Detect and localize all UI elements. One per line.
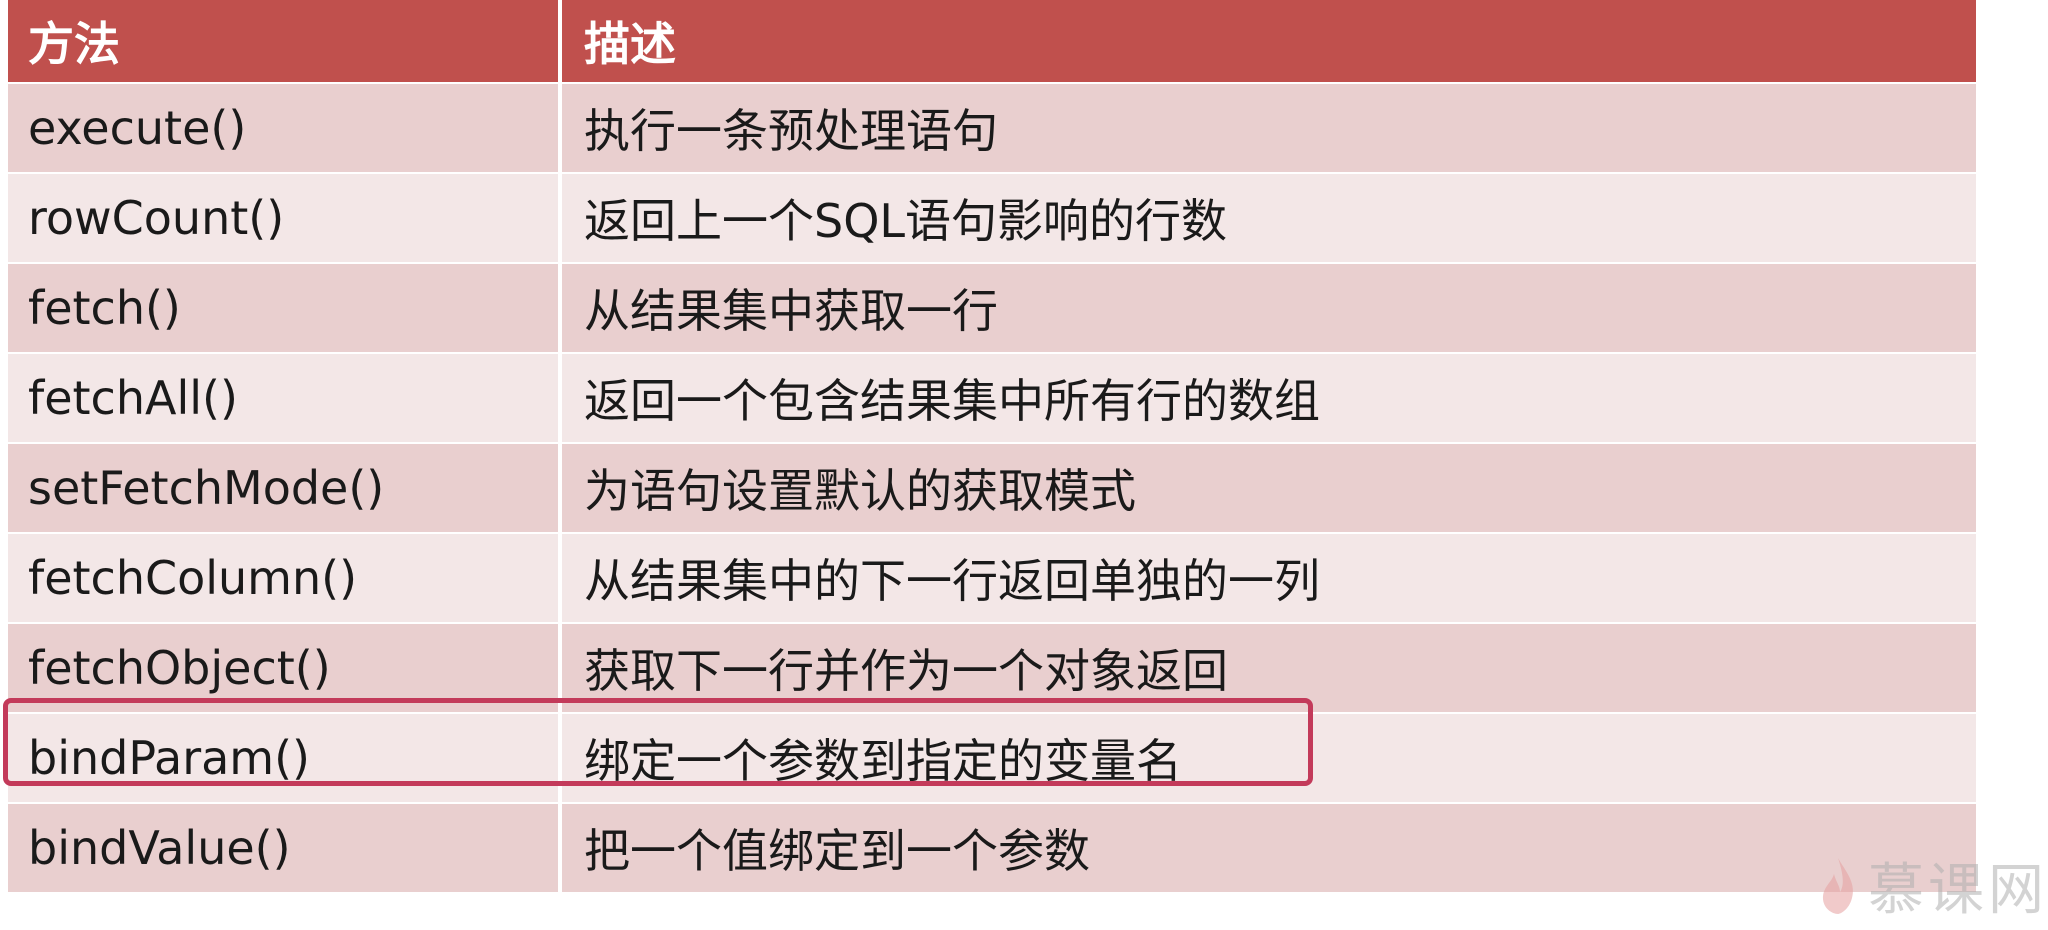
method-cell: fetchColumn() (8, 534, 558, 622)
table-row: fetchAll() 返回一个包含结果集中所有行的数组 (8, 354, 1976, 442)
methods-table: 方法 描述 execute() 执行一条预处理语句 rowCount() 返回上… (8, 0, 1976, 894)
table-row: fetch() 从结果集中获取一行 (8, 264, 1976, 352)
description-cell: 从结果集中的下一行返回单独的一列 (562, 534, 1976, 622)
table-row: rowCount() 返回上一个SQL语句影响的行数 (8, 174, 1976, 262)
header-method: 方法 (8, 0, 558, 82)
table-row: execute() 执行一条预处理语句 (8, 84, 1976, 172)
table-row: fetchColumn() 从结果集中的下一行返回单独的一列 (8, 534, 1976, 622)
method-cell: execute() (8, 84, 558, 172)
method-cell: setFetchMode() (8, 444, 558, 532)
table-row: bindValue() 把一个值绑定到一个参数 (8, 804, 1976, 892)
method-cell: rowCount() (8, 174, 558, 262)
watermark: 慕课网 (1818, 845, 2048, 926)
table-row: fetchObject() 获取下一行并作为一个对象返回 (8, 624, 1976, 712)
description-cell: 把一个值绑定到一个参数 (562, 804, 1976, 892)
method-cell: fetch() (8, 264, 558, 352)
table-row: setFetchMode() 为语句设置默认的获取模式 (8, 444, 1976, 532)
header-description: 描述 (562, 0, 1976, 82)
description-cell: 执行一条预处理语句 (562, 84, 1976, 172)
table-row-highlighted: bindParam() 绑定一个参数到指定的变量名 (8, 714, 1976, 802)
description-cell: 返回上一个SQL语句影响的行数 (562, 174, 1976, 262)
watermark-text: 慕课网 (1868, 858, 2048, 923)
method-cell: fetchObject() (8, 624, 558, 712)
flame-logo-icon (1822, 857, 1853, 914)
method-cell: bindValue() (8, 804, 558, 892)
description-cell: 绑定一个参数到指定的变量名 (562, 714, 1976, 802)
method-cell: bindParam() (8, 714, 558, 802)
description-cell: 从结果集中获取一行 (562, 264, 1976, 352)
description-cell: 获取下一行并作为一个对象返回 (562, 624, 1976, 712)
table-header-row: 方法 描述 (8, 0, 1976, 82)
description-cell: 返回一个包含结果集中所有行的数组 (562, 354, 1976, 442)
method-cell: fetchAll() (8, 354, 558, 442)
description-cell: 为语句设置默认的获取模式 (562, 444, 1976, 532)
